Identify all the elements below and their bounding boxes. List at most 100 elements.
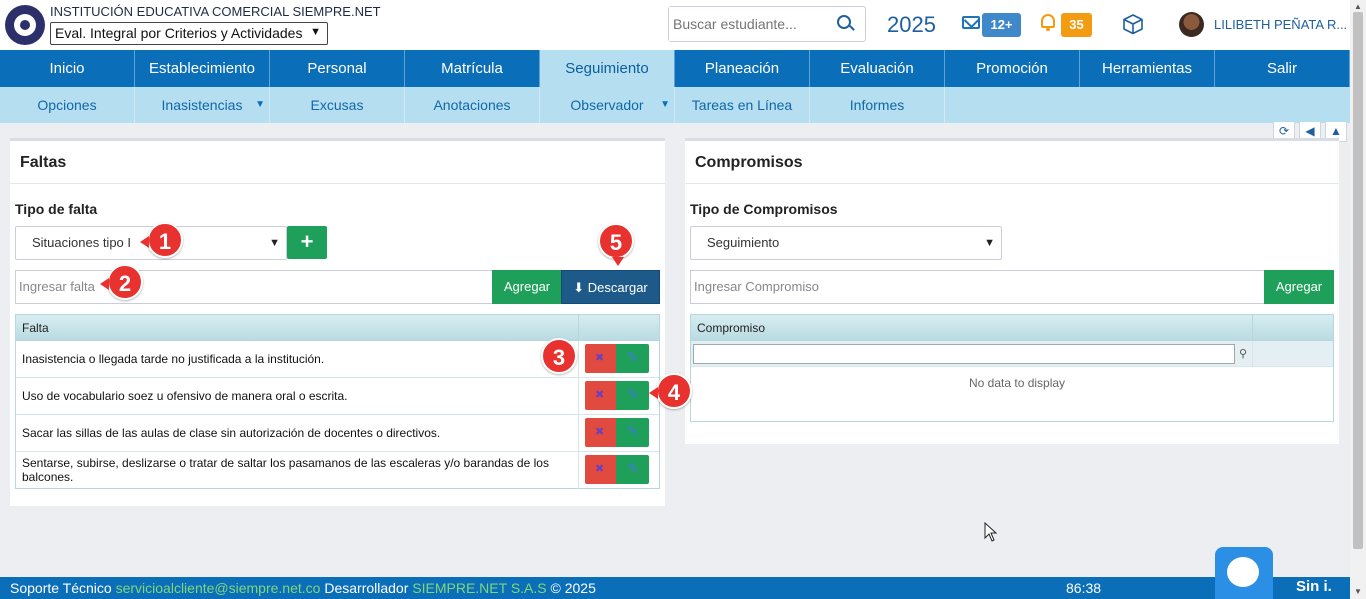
- edit-button[interactable]: [616, 344, 649, 373]
- chat-icon[interactable]: [1215, 547, 1273, 599]
- subnav-label: Observador: [570, 97, 644, 113]
- subnav-label: Anotaciones: [433, 97, 511, 113]
- tipo-falta-value: Situaciones tipo I: [32, 235, 132, 250]
- column-divider: [578, 452, 579, 489]
- empty-row: No data to display: [691, 367, 1333, 399]
- falta-input[interactable]: Ingresar falta: [15, 270, 493, 304]
- column-divider: [578, 415, 579, 451]
- nav-salir[interactable]: Salir: [1215, 50, 1350, 87]
- add-tipo-falta-button[interactable]: +: [287, 226, 327, 259]
- nav-evaluacion[interactable]: Evaluación: [810, 50, 945, 87]
- search-icon[interactable]: [837, 15, 851, 29]
- notification-count-badge[interactable]: 35: [1061, 13, 1092, 37]
- delete-button[interactable]: [585, 455, 616, 484]
- faltas-title: Faltas: [10, 141, 665, 184]
- subnav-informes[interactable]: Informes: [810, 87, 945, 123]
- nav-personal[interactable]: Personal: [270, 50, 405, 87]
- cube-icon[interactable]: [1122, 13, 1144, 35]
- footer-dev-label: Desarrollador: [324, 580, 409, 596]
- session-timer: 86:38: [1066, 580, 1102, 596]
- descargar-button[interactable]: ⬇ Descargar: [561, 270, 660, 304]
- subnav-anotaciones[interactable]: Anotaciones: [405, 87, 540, 123]
- edit-button[interactable]: [616, 381, 649, 410]
- footer-brand-logo: Sin i.: [1296, 578, 1332, 595]
- tipo-compromiso-select[interactable]: Seguimiento ▼: [690, 226, 1002, 260]
- column-divider: [578, 341, 579, 377]
- column-divider: [578, 315, 579, 341]
- sub-nav: Opciones Inasistencias ▼ Excusas Anotacio…: [0, 87, 1350, 123]
- table-row: Sentarse, subirse, deslizarse o tratar d…: [16, 452, 659, 489]
- chevron-down-icon: ▼: [984, 237, 995, 249]
- subnav-inasistencias[interactable]: Inasistencias ▼: [135, 87, 270, 123]
- table-row: Uso de vocabulario soez u ofensivo de ma…: [16, 378, 659, 415]
- download-icon: ⬇: [573, 280, 585, 295]
- subnav-label: Inasistencias: [161, 97, 243, 113]
- scroll-up-icon[interactable]: ▲: [1354, 2, 1362, 11]
- nav-promocion[interactable]: Promoción: [945, 50, 1080, 87]
- mail-icon[interactable]: [962, 16, 980, 29]
- column-divider: [578, 378, 579, 414]
- falta-text: Sentarse, subirse, deslizarse o tratar d…: [22, 456, 549, 484]
- footer-info: Soporte Técnico servicioalcliente@siempr…: [10, 580, 596, 596]
- delete-button[interactable]: [585, 344, 616, 373]
- column-header-falta[interactable]: Falta: [22, 321, 49, 335]
- edit-button[interactable]: [616, 455, 649, 484]
- nav-establecimiento[interactable]: Establecimiento: [135, 50, 270, 87]
- caret-down-icon: ▼: [660, 99, 670, 110]
- footer-email-link[interactable]: servicioalcliente@siempre.net.co: [116, 580, 321, 596]
- eval-mode-select[interactable]: Eval. Integral por Criterios y Actividad…: [50, 22, 328, 45]
- student-search[interactable]: [668, 6, 866, 42]
- year-label[interactable]: 2025: [887, 12, 936, 38]
- filter-icon[interactable]: ⚲: [1239, 347, 1247, 360]
- footer-dev-link[interactable]: SIEMPRE.NET S.A.S: [412, 580, 546, 596]
- scroll-down-icon[interactable]: ▼: [1354, 587, 1362, 596]
- tipo-compromiso-value: Seguimiento: [707, 235, 780, 250]
- footer-copyright: © 2025: [550, 580, 596, 596]
- scrollbar-thumb[interactable]: [1353, 12, 1363, 549]
- page-scrollbar[interactable]: ▲ ▼: [1350, 0, 1366, 599]
- nav-herramientas[interactable]: Herramientas: [1080, 50, 1215, 87]
- delete-button[interactable]: [585, 418, 616, 447]
- callout-3: 3: [541, 338, 577, 374]
- user-name[interactable]: LILIBETH PEÑATA R...: [1214, 17, 1347, 32]
- delete-button[interactable]: [585, 381, 616, 410]
- faltas-grid-header: Falta: [16, 315, 659, 341]
- filter-row: ⚲: [691, 341, 1333, 367]
- column-header-compromiso[interactable]: Compromiso: [697, 321, 765, 335]
- compromisos-grid: Compromiso ⚲ No data to display: [690, 314, 1334, 422]
- callout-4: 4: [649, 373, 692, 409]
- compromiso-filter-input[interactable]: [693, 344, 1235, 364]
- compromiso-input[interactable]: Ingresar Compromiso: [690, 270, 1265, 304]
- mail-count-badge[interactable]: 12+: [982, 13, 1021, 37]
- callout-1: 1: [140, 222, 183, 258]
- no-data-message: No data to display: [969, 376, 1066, 390]
- subnav-tareas-en-linea[interactable]: Tareas en Línea: [675, 87, 810, 123]
- callout-5: 5: [598, 223, 634, 266]
- nav-matricula[interactable]: Matrícula: [405, 50, 540, 87]
- falta-text: Inasistencia o llegada tarde no justific…: [22, 352, 325, 366]
- agregar-compromiso-button[interactable]: Agregar: [1264, 270, 1334, 304]
- compromisos-panel: Compromisos Tipo de Compromisos Seguimie…: [685, 138, 1339, 444]
- caret-down-icon: ▼: [255, 99, 265, 110]
- eval-mode-value: Eval. Integral por Criterios y Actividad…: [55, 25, 303, 41]
- mouse-cursor-icon: [984, 522, 998, 542]
- bell-icon[interactable]: [1041, 14, 1055, 31]
- edit-button[interactable]: [616, 418, 649, 447]
- footer-soporte-label: Soporte Técnico: [10, 580, 112, 596]
- agregar-falta-button[interactable]: Agregar: [492, 270, 562, 304]
- search-input[interactable]: [669, 7, 829, 41]
- subnav-opciones[interactable]: Opciones: [0, 87, 135, 123]
- subnav-observador[interactable]: Observador ▼: [540, 87, 675, 123]
- tipo-falta-label: Tipo de falta: [15, 201, 98, 217]
- top-header: INSTITUCIÓN EDUCATIVA COMERCIAL SIEMPRE.…: [0, 0, 1350, 50]
- institution-name: INSTITUCIÓN EDUCATIVA COMERCIAL SIEMPRE.…: [50, 4, 381, 19]
- nav-inicio[interactable]: Inicio: [0, 50, 135, 87]
- falta-text: Sacar las sillas de las aulas de clase s…: [22, 426, 441, 440]
- nav-seguimiento[interactable]: Seguimiento: [540, 50, 675, 87]
- nav-planeacion[interactable]: Planeación: [675, 50, 810, 87]
- main-nav: Inicio Establecimiento Personal Matrícul…: [0, 50, 1350, 87]
- user-avatar[interactable]: [1179, 12, 1204, 37]
- subnav-excusas[interactable]: Excusas: [270, 87, 405, 123]
- subnav-label: Excusas: [310, 97, 364, 113]
- table-row: Sacar las sillas de las aulas de clase s…: [16, 415, 659, 452]
